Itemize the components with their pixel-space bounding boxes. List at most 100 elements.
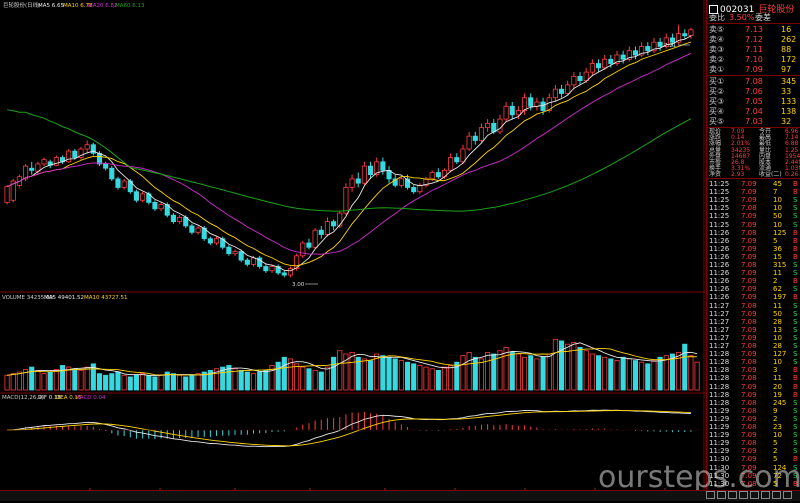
volume-bar — [632, 360, 639, 391]
tab-icon-7[interactable] — [772, 491, 781, 499]
tick-price: 7.08 — [741, 374, 757, 383]
low-price-marker: 3.00 — [292, 282, 305, 288]
tab-icon-3[interactable] — [728, 491, 737, 499]
main-legend-title: 巨轮股份(日线) — [3, 1, 40, 9]
tick-price: 7.09 — [741, 252, 757, 261]
volume-bar — [121, 374, 127, 391]
tick-time: 11:27 — [709, 325, 730, 334]
bid-volume: 345 — [781, 77, 797, 86]
bid-price: 7.06 — [745, 87, 763, 96]
volume-bar — [238, 369, 244, 391]
tick-price: 7.09 — [741, 180, 757, 188]
dif-line — [7, 409, 691, 448]
tab-icon-8[interactable] — [783, 491, 792, 499]
volume-bar — [682, 343, 688, 391]
tab-icon-1[interactable] — [706, 491, 715, 499]
tab-icon-2[interactable] — [717, 491, 726, 499]
tick-price: 7.09 — [741, 188, 757, 197]
tick-volume: 2 — [773, 277, 778, 286]
candle-body — [411, 187, 417, 193]
volume-bar — [133, 374, 140, 391]
tick-direction: B — [793, 382, 798, 391]
volume-bar — [688, 355, 694, 391]
tick-volume: 315 — [773, 261, 787, 269]
ask-volume: 97 — [781, 65, 792, 74]
order-ratio-row: 委比 3.50% 委差 — [707, 13, 800, 23]
volume-bar — [337, 350, 343, 391]
candle-body — [472, 135, 478, 141]
candle-body — [226, 246, 232, 255]
tick-volume: 127 — [773, 350, 787, 359]
tick-direction: S — [793, 269, 798, 278]
volume-bar — [380, 355, 386, 391]
tick-volume: 245 — [773, 398, 787, 407]
candle-body — [29, 167, 35, 171]
ma5-legend: MA5 6.65 — [38, 3, 65, 9]
volume-bar — [515, 353, 521, 391]
candle-body — [577, 75, 583, 82]
volume-bar — [368, 360, 374, 391]
volume-bar — [257, 371, 263, 391]
volume-bar — [189, 374, 195, 391]
tick-price: 7.09 — [741, 350, 757, 359]
candle-body — [170, 214, 176, 223]
volume-bar — [115, 371, 121, 391]
candle-body — [528, 97, 534, 107]
candle-body — [158, 204, 164, 210]
volume-bar — [35, 369, 41, 391]
candle-body — [478, 127, 485, 141]
candle-body — [269, 266, 275, 272]
candle-body — [509, 105, 515, 116]
tick-volume: 13 — [773, 325, 782, 334]
tick-time: 11:27 — [709, 342, 730, 350]
tick-direction: B — [793, 390, 798, 399]
tick-direction: B — [793, 374, 798, 383]
candle-body — [121, 180, 127, 188]
volume-bar — [472, 356, 478, 391]
candle-body — [318, 229, 324, 235]
kline-chart-svg[interactable]: 7.206.806.406.005.605.204.804.404.003.60… — [0, 0, 717, 500]
tab-icon-6[interactable] — [761, 491, 770, 499]
volume-bar — [324, 366, 330, 391]
bid-row: 买④ 7.04 138 — [707, 107, 800, 117]
tick-volume: 9 — [773, 406, 778, 415]
volume-bar — [386, 356, 392, 391]
tick-time: 11:25 — [709, 220, 730, 229]
tick-direction: S — [793, 358, 798, 367]
tab-icon-5[interactable] — [750, 491, 759, 499]
volume-bar — [626, 358, 632, 391]
volume-bar — [103, 374, 109, 391]
quote-side-panel: 002031 巨轮股份 委比 3.50% 委差 卖⑤ 7.13 16 卖④ 7.12 262… — [706, 0, 800, 500]
candle-body — [152, 202, 158, 210]
tick-time: 11:29 — [709, 406, 730, 415]
bid-price: 7.05 — [745, 97, 763, 106]
candle-body — [583, 71, 589, 82]
candle-body — [133, 191, 140, 201]
volume-bar — [318, 371, 324, 391]
volume-bar — [392, 358, 398, 391]
candle-body — [515, 110, 521, 116]
volume-bar — [448, 365, 454, 391]
candle-body — [435, 172, 441, 178]
ask-price: 7.12 — [745, 35, 763, 44]
tick-direction: S — [793, 342, 798, 350]
tick-time: 11:25 — [709, 204, 730, 213]
candle-body — [620, 54, 626, 60]
candle-body — [115, 178, 121, 188]
volume-bar — [583, 350, 589, 391]
volume-bar — [244, 371, 250, 391]
tick-volume: 45 — [773, 180, 782, 188]
tab-icon-4[interactable] — [739, 491, 748, 499]
tick-price: 7.09 — [741, 325, 757, 334]
candle-body — [454, 157, 460, 163]
ma5-line — [6, 35, 692, 272]
volume-bar — [263, 369, 269, 391]
tick-volume: 50 — [773, 309, 782, 318]
candle-body — [602, 58, 608, 69]
tick-direction: S — [793, 406, 798, 415]
kline-chart-area[interactable]: 7.206.806.406.005.605.204.804.404.003.60… — [0, 0, 717, 500]
tick-price: 7.08 — [741, 301, 757, 310]
candle-body — [189, 225, 195, 233]
tick-price: 7.09 — [741, 269, 757, 278]
tick-direction: B — [793, 228, 798, 237]
